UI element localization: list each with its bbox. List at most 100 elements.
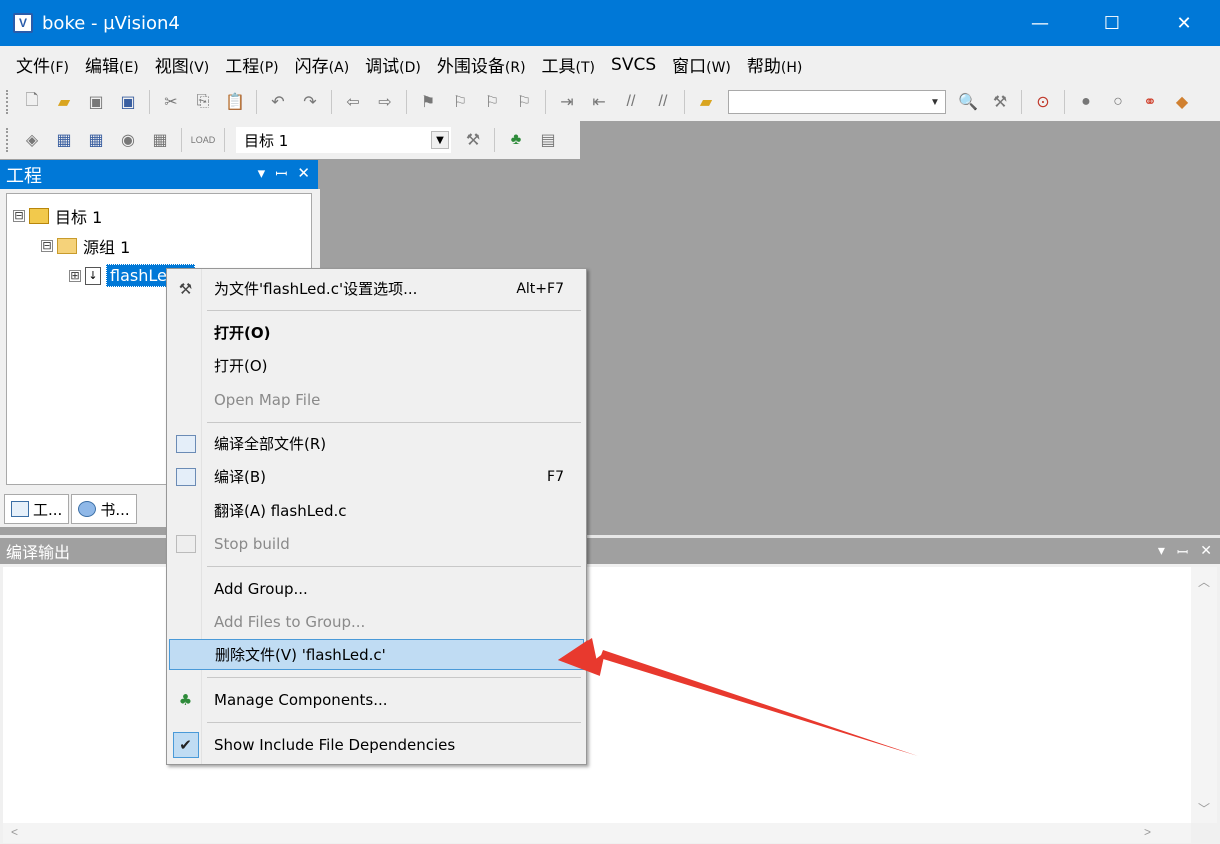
navigate-back-icon[interactable]: ⇦ [341,90,365,114]
menu-item-show-include-deps[interactable]: ✔ Show Include File Dependencies [169,729,584,760]
navigate-forward-icon[interactable]: ⇨ [373,90,397,114]
indent-icon[interactable]: ⇥ [555,90,579,114]
translate-icon[interactable]: ◈ [20,128,44,152]
menu-item-open-bold[interactable]: 打开(O) [169,317,584,348]
scroll-left-icon[interactable]: < [11,825,18,839]
close-window-button[interactable]: ✕ [1148,0,1220,46]
find-in-files-icon[interactable]: ▰ [694,90,718,114]
menu-item-label: 翻译(A) flashLed.c [214,502,347,520]
download-load-icon[interactable]: LOAD [191,128,216,152]
scroll-up-icon[interactable]: ︿ [1198,573,1210,590]
menu-debug[interactable]: 调试(D) [357,52,429,77]
open-folder-icon[interactable]: ▰ [52,90,76,114]
menu-item-manage-components[interactable]: ♣ Manage Components... [169,684,584,715]
prev-bookmark-icon[interactable]: ⚐ [448,90,472,114]
new-file-icon[interactable]: 🗋 [20,90,44,114]
menu-item-label: Open Map File [214,390,321,409]
collapse-icon[interactable]: ⊟ [13,210,25,222]
horizontal-scrollbar[interactable]: < > [3,823,1191,843]
debug-session-icon[interactable]: ⊙ [1031,90,1055,114]
comment-icon[interactable]: // [619,90,643,114]
menu-item-open[interactable]: 打开(O) [169,350,584,381]
menu-file[interactable]: 文件(F) [8,52,77,77]
next-bookmark-icon[interactable]: ⚐ [480,90,504,114]
collapse-icon[interactable]: ⊟ [41,240,53,252]
panel-dropdown-icon[interactable]: ▾ [258,164,266,184]
pin-icon[interactable]: ꟷ [275,164,287,184]
incremental-find-icon[interactable]: ⚒ [988,90,1012,114]
tab-books-label: 书... [100,500,130,519]
tab-project[interactable]: 工... [4,494,70,524]
menu-edit[interactable]: 编辑(E) [77,52,147,77]
batch-build-icon[interactable]: ◉ [116,128,140,152]
unindent-icon[interactable]: ⇤ [587,90,611,114]
target-options-icon[interactable]: ⚒ [461,128,485,152]
close-icon[interactable]: ✕ [1200,543,1212,562]
clear-bookmarks-icon[interactable]: ⚐ [512,90,536,114]
chevron-down-icon[interactable]: ▼ [927,93,943,111]
build-icon[interactable]: ▦ [52,128,76,152]
redo-icon[interactable]: ↷ [298,90,322,114]
menu-item-add-files: Add Files to Group... [169,606,584,637]
bookmark-icon[interactable]: ⚑ [416,90,440,114]
target-select[interactable]: 目标 1 ▼ [236,127,451,153]
cut-icon[interactable]: ✂ [159,90,183,114]
menu-item-rebuild-all[interactable]: 编译全部文件(R) [169,428,584,459]
tree-node-target[interactable]: ⊟ 目标 1 [13,204,102,228]
menu-item-translate[interactable]: 翻译(A) flashLed.c [169,495,584,526]
menu-peripherals[interactable]: 外围设备(R) [429,52,534,77]
kill-breakpoints-icon[interactable]: ⚭ [1138,90,1162,114]
menu-project[interactable]: 工程(P) [217,52,286,77]
toolbar-grip[interactable] [6,90,10,114]
menu-tools[interactable]: 工具(T) [534,52,603,77]
toolbar-grip[interactable] [6,128,10,152]
toolbar-empty-area [580,121,1220,159]
project-tab-icon [11,501,29,517]
scroll-right-icon[interactable]: > [1144,825,1151,839]
configure-icon[interactable]: ◆ [1170,90,1194,114]
toolbar-separator [181,128,182,152]
menu-svcs[interactable]: SVCS [603,55,664,75]
disable-breakpoint-icon[interactable]: ○ [1106,90,1130,114]
menu-flash[interactable]: 闪存(A) [287,52,358,77]
breakpoint-icon[interactable]: ● [1074,90,1098,114]
menu-help[interactable]: 帮助(H) [739,52,810,77]
toolbar-separator [494,128,495,152]
options-icon: ⚒ [178,279,193,298]
manage-components-icon[interactable]: ♣ [504,128,528,152]
menu-item-label: Add Group... [214,579,308,598]
vertical-scrollbar[interactable]: ︿ ﹀ [1191,567,1217,823]
expand-icon[interactable]: ⊞ [69,269,81,282]
tab-books[interactable]: 书... [71,494,137,524]
project-panel-header: 工程 ▾ ꟷ ✕ [0,160,318,189]
menu-item-file-options[interactable]: ⚒ 为文件'flashLed.c'设置选项... Alt+F7 [169,273,584,304]
scroll-down-icon[interactable]: ﹀ [1198,800,1210,817]
copy-icon[interactable]: ⎘ [191,90,215,114]
rebuild-icon[interactable]: ▦ [84,128,108,152]
find-icon[interactable]: 🔍 [956,90,980,114]
blank-icon [169,317,202,348]
folder-icon [57,238,77,254]
panel-dropdown-icon[interactable]: ▾ [1158,543,1165,562]
stop-build-icon[interactable]: ▦ [148,128,172,152]
menu-item-build[interactable]: 编译(B) F7 [169,461,584,492]
maximize-button[interactable]: ☐ [1076,0,1148,46]
find-combo[interactable]: ▼ [728,90,946,114]
undo-icon[interactable]: ↶ [266,90,290,114]
menu-window[interactable]: 窗口(W) [664,52,739,77]
tree-node-group[interactable]: ⊟ 源组 1 [41,234,130,258]
menu-item-add-group[interactable]: Add Group... [169,573,584,604]
minimize-button[interactable]: — [1004,0,1076,46]
menu-item-remove-file[interactable]: 删除文件(V) 'flashLed.c' [169,639,584,670]
pin-icon[interactable]: ꟷ [1177,543,1188,562]
save-icon[interactable]: ▣ [84,90,108,114]
close-icon[interactable]: ✕ [297,164,310,184]
project-panel-title: 工程 [6,165,42,187]
save-all-icon[interactable]: ▣ [116,90,140,114]
menu-view[interactable]: 视图(V) [147,52,218,77]
menu-item-label: Add Files to Group... [214,612,366,631]
uncomment-icon[interactable]: // [651,90,675,114]
paste-icon[interactable]: 📋 [223,90,247,114]
chevron-down-icon[interactable]: ▼ [431,131,449,149]
select-packs-icon[interactable]: ▤ [536,128,560,152]
